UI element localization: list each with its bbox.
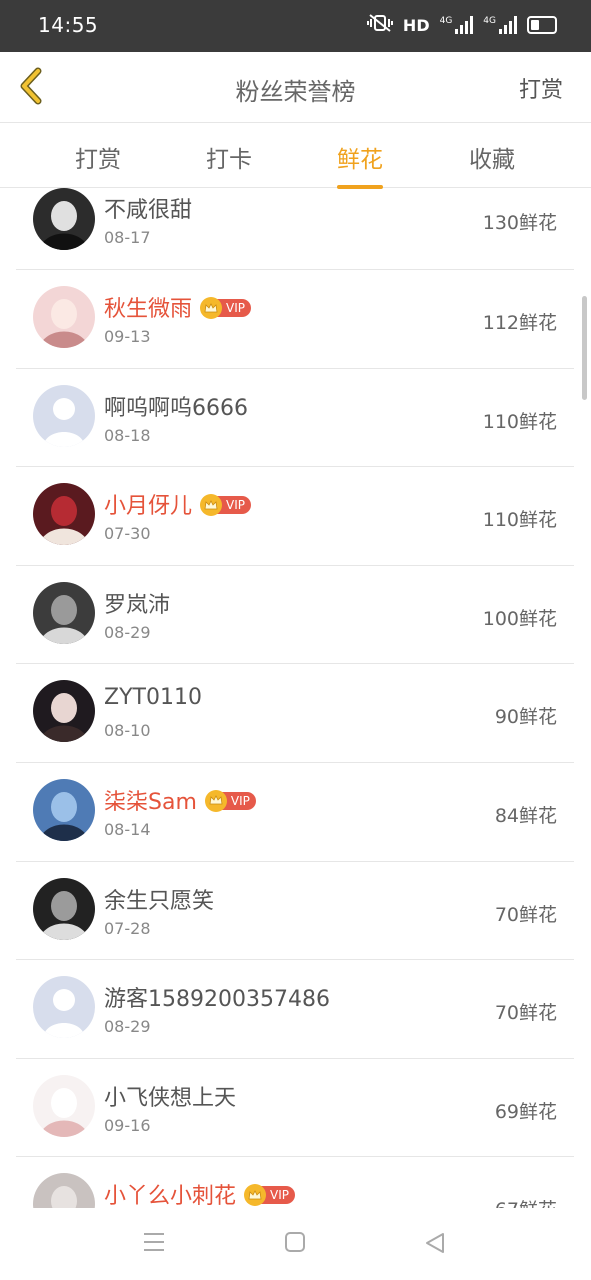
avatar[interactable] (33, 1074, 95, 1137)
avatar[interactable] (33, 483, 95, 546)
avatar[interactable] (33, 1173, 95, 1208)
tab-flowers[interactable]: 鲜花 (337, 140, 383, 189)
vip-badge: VIP (244, 1184, 295, 1207)
gift-date: 08-10 (104, 721, 151, 741)
menu-icon[interactable] (143, 1232, 165, 1256)
vip-badge: VIP (200, 494, 251, 517)
crown-icon (204, 789, 227, 812)
flower-count: 130鲜花 (482, 212, 557, 234)
user-name[interactable]: 小月伢儿 VIP (104, 488, 251, 520)
flower-count: 67鲜花 (495, 1195, 557, 1208)
tab-checkin[interactable]: 打卡 (206, 140, 252, 174)
hd-label: HD (402, 15, 430, 35)
gift-date: 07-30 (104, 524, 151, 544)
flower-count: 90鲜花 (494, 706, 557, 729)
back-triangle-icon[interactable] (425, 1232, 445, 1258)
page-title: 粉丝荣誉榜 (235, 78, 356, 106)
gift-date: 08-18 (104, 425, 151, 445)
gift-date: 08-29 (104, 622, 151, 642)
user-name[interactable]: 小丫么小刺花 VIP (104, 1178, 295, 1208)
ranking-row[interactable]: 小丫么小刺花VIP 67鲜花 (16, 1157, 574, 1208)
gift-date: 07-28 (104, 918, 151, 938)
status-icons: HD 4G 4G (366, 13, 557, 37)
flower-count: 84鲜花 (494, 804, 557, 827)
flower-count: 69鲜花 (494, 1100, 557, 1123)
flower-count: 112鲜花 (482, 312, 557, 334)
gift-date: 08-29 (104, 1017, 151, 1037)
gift-date: 08-17 (104, 228, 151, 247)
flower-count: 70鲜花 (494, 1002, 557, 1025)
ranking-row[interactable]: 小月伢儿 VIP 07-30 110鲜花 (16, 467, 574, 566)
scrollbar[interactable] (582, 296, 587, 400)
signal-icon-1: 4G (440, 16, 474, 34)
gift-date: 08-14 (104, 819, 151, 839)
mute-vibrate-icon (366, 13, 393, 37)
reward-button[interactable]: 打赏 (519, 72, 563, 104)
system-nav-bar (0, 1208, 591, 1280)
ranking-row[interactable]: 秋生微雨 VIP 09-13 112鲜花 (16, 270, 574, 369)
avatar[interactable] (33, 581, 95, 644)
ranking-row[interactable]: 不咸很甜 08-17 130鲜花 (16, 188, 574, 270)
user-name[interactable]: 柒柒Sam VIP (104, 784, 256, 816)
ranking-row[interactable]: ZYT0110 08-10 90鲜花 (16, 664, 574, 763)
ranking-row[interactable]: 游客1589200357486 08-29 70鲜花 (16, 960, 574, 1059)
tab-bar: 打赏 打卡 鲜花 收藏 (0, 123, 591, 189)
user-name[interactable]: 不咸很甜 (104, 192, 192, 224)
ranking-row[interactable]: 柒柒Sam VIP 08-14 84鲜花 (16, 763, 574, 862)
ranking-row[interactable]: 啊呜啊呜6666 08-18 110鲜花 (16, 369, 574, 468)
avatar[interactable] (33, 384, 95, 447)
crown-icon (200, 297, 223, 319)
avatar[interactable] (33, 188, 95, 250)
vip-badge: VIP (204, 789, 256, 812)
user-name[interactable]: ZYT0110 (104, 685, 202, 710)
tab-reward[interactable]: 打赏 (75, 140, 121, 174)
flower-count: 110鲜花 (482, 509, 557, 532)
ranking-row[interactable]: 小飞侠想上天 09-16 69鲜花 (16, 1059, 574, 1158)
gift-date: 09-13 (104, 327, 151, 346)
vip-badge: VIP (200, 297, 251, 319)
avatar[interactable] (33, 680, 95, 743)
user-name[interactable]: 啊呜啊呜6666 (104, 390, 248, 422)
avatar[interactable] (33, 286, 95, 348)
header-bar: 粉丝荣誉榜 打赏 (0, 52, 591, 123)
flower-count: 100鲜花 (482, 607, 557, 630)
user-name[interactable]: 小飞侠想上天 (104, 1080, 236, 1112)
user-name[interactable]: 秋生微雨 VIP (104, 291, 251, 323)
flower-count: 110鲜花 (482, 410, 557, 433)
signal-icon-2: 4G (483, 16, 517, 34)
tab-favorites[interactable]: 收藏 (469, 140, 515, 174)
avatar[interactable] (33, 877, 95, 940)
user-name[interactable]: 游客1589200357486 (104, 981, 330, 1013)
avatar[interactable] (33, 976, 95, 1039)
avatar[interactable] (33, 778, 95, 841)
user-name[interactable]: 罗岚沛 (104, 587, 170, 619)
ranking-list[interactable]: 不咸很甜 08-17 130鲜花秋生微雨 VIP 09-13 112鲜花啊呜啊呜6666 0… (16, 188, 574, 1208)
battery-icon (527, 16, 557, 34)
status-time: 14:55 (38, 13, 99, 37)
gift-date: 09-16 (104, 1115, 151, 1135)
ranking-row[interactable]: 余生只愿笑 07-28 70鲜花 (16, 862, 574, 961)
user-name[interactable]: 余生只愿笑 (104, 883, 214, 915)
status-bar: 14:55 HD 4G 4G (0, 0, 591, 52)
home-square-icon[interactable] (285, 1232, 305, 1256)
flower-count: 70鲜花 (494, 903, 557, 926)
ranking-row[interactable]: 罗岚沛 08-29 100鲜花 (16, 566, 574, 665)
